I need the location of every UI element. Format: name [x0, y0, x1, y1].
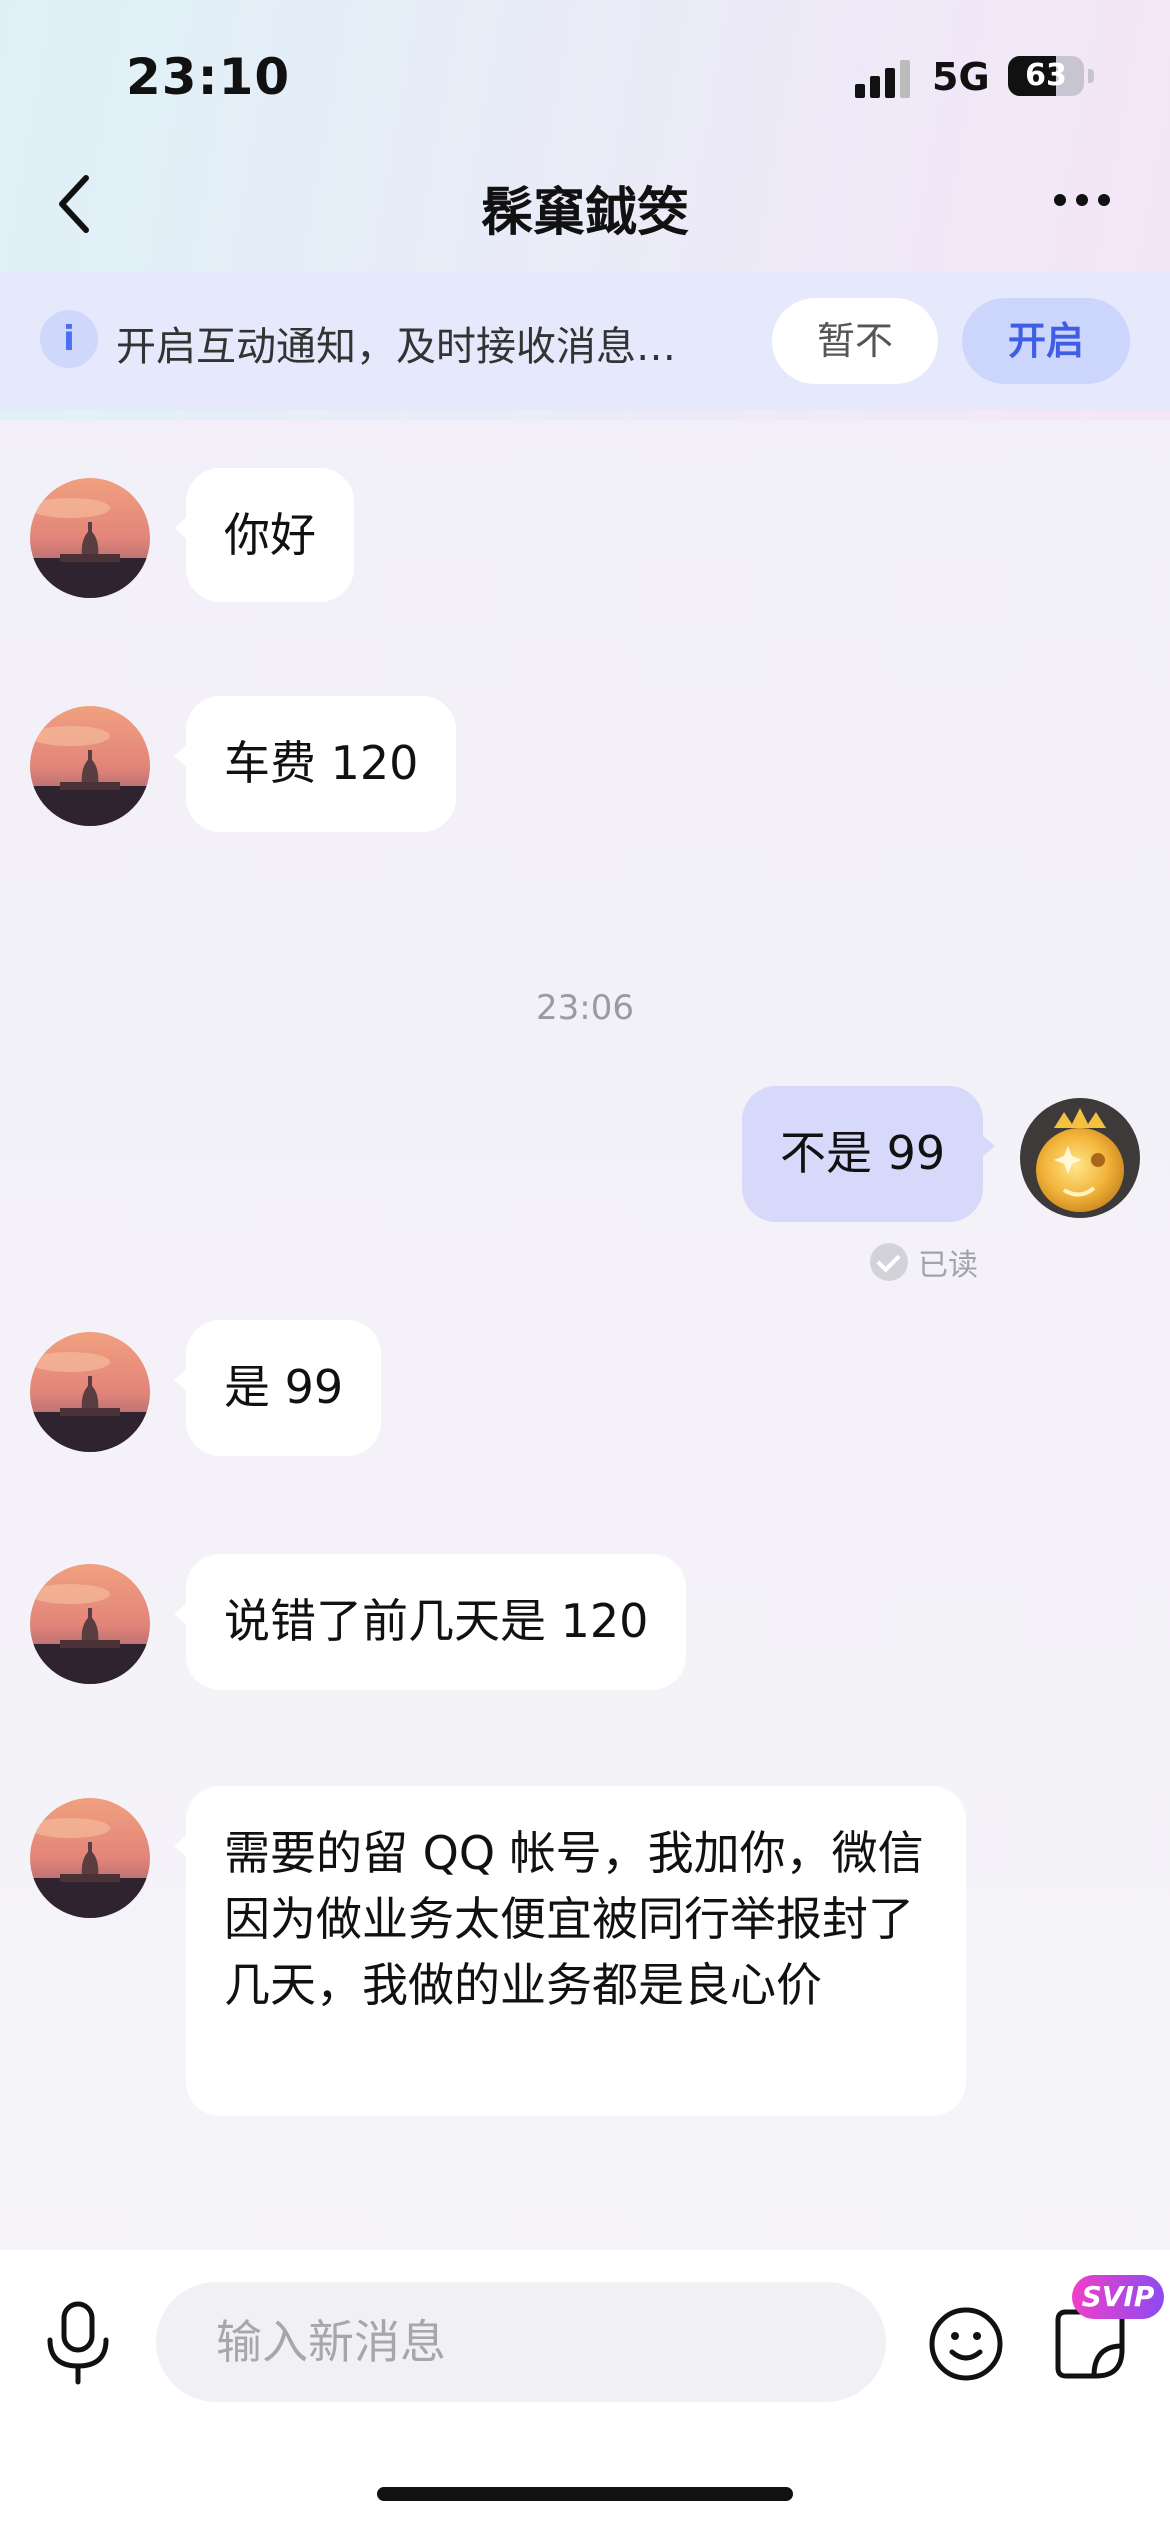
read-receipt: 已读 — [870, 1242, 978, 1283]
message-text: 说错了前几天是 120 — [224, 1594, 649, 1648]
my-message-bubble[interactable]: 不是 99 — [742, 1086, 996, 1222]
home-indicator — [377, 2487, 793, 2501]
microphone-icon — [47, 2301, 109, 2385]
my-avatar[interactable] — [1020, 1098, 1140, 1218]
notice-text: 开启互动通知，及时接收消息… — [116, 324, 676, 370]
signal-icon — [855, 58, 915, 98]
contact-avatar[interactable] — [30, 1798, 150, 1918]
contact-avatar[interactable] — [30, 706, 150, 826]
notification-banner: i 开启互动通知，及时接收消息… 暂不 开启 — [0, 272, 1170, 410]
read-status: 已读 — [918, 1248, 978, 1283]
more-button[interactable] — [1054, 182, 1124, 218]
message-bubble[interactable]: 是 99 — [173, 1320, 382, 1456]
more-icon — [1054, 194, 1066, 206]
contact-avatar[interactable] — [30, 1564, 150, 1684]
message-bubble[interactable]: 需要的留 QQ 帐号，我加你，微信因为做业务太便宜被同行举报封了几天，我做的业务… — [174, 1786, 966, 2116]
voice-button[interactable] — [42, 2300, 114, 2386]
emoji-button[interactable] — [928, 2306, 1004, 2382]
message-text: 需要的留 QQ 帐号，我加你，微信因为做业务太便宜被同行举报封了几天，我做的业务… — [224, 1826, 924, 2012]
enable-notifications-button[interactable]: 开启 — [962, 298, 1130, 384]
chat-title: 髹窼鉞筊 — [480, 183, 689, 243]
battery-icon: 63 — [1008, 56, 1084, 96]
message-text: 你好 — [224, 508, 316, 562]
status-time: 23:10 — [126, 48, 291, 106]
message-bubble[interactable]: 说错了前几天是 120 — [173, 1554, 687, 1690]
svip-badge: SVIP — [1072, 2275, 1164, 2319]
check-circle-icon — [870, 1243, 908, 1281]
network-type: 5G — [932, 55, 990, 99]
message-bubble[interactable]: 你好 — [174, 468, 354, 602]
message-input[interactable] — [156, 2282, 886, 2402]
contact-avatar[interactable] — [30, 1332, 150, 1452]
smiley-icon — [929, 2307, 1003, 2381]
message-text: 车费 120 — [224, 736, 419, 790]
not-now-button[interactable]: 暂不 — [772, 298, 938, 384]
battery-cap — [1088, 69, 1094, 83]
info-icon: i — [40, 310, 98, 368]
message-text: 是 99 — [224, 1360, 344, 1414]
message-text: 不是 99 — [780, 1126, 946, 1180]
message-timestamp: 23:06 — [536, 988, 634, 1028]
contact-avatar[interactable] — [30, 478, 150, 598]
message-bubble[interactable]: 车费 120 — [173, 696, 457, 832]
battery-level: 63 — [1025, 58, 1067, 93]
